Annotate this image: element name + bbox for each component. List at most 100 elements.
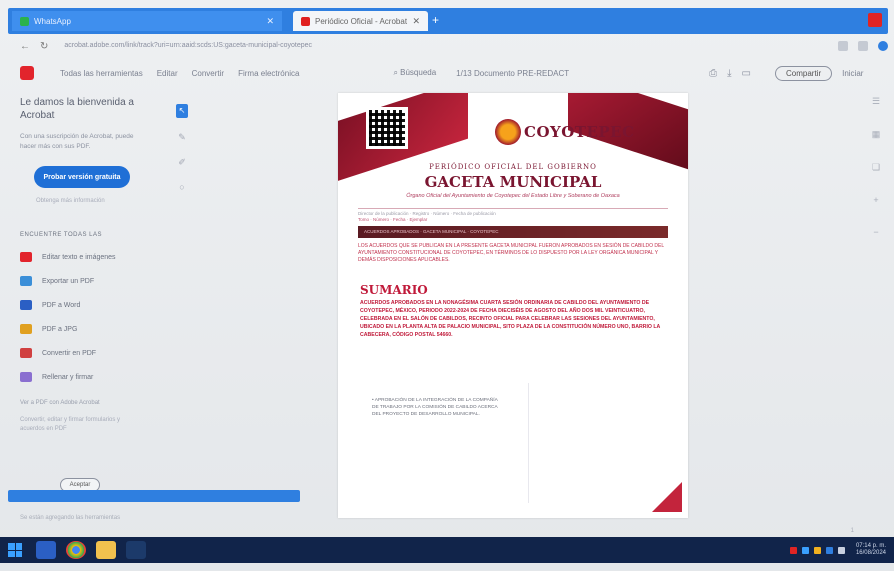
status-text: Se están agregando las herramientas <box>20 515 121 521</box>
notification-bar <box>8 490 300 502</box>
corner-decoration <box>652 482 682 512</box>
learn-more-link[interactable]: Obtenga más información <box>36 198 158 204</box>
publication-info: Director de la publicación · Registro · … <box>358 208 668 216</box>
tool-label: Exportar un PDF <box>42 277 95 285</box>
menu-convert[interactable]: Convertir <box>192 69 224 78</box>
right-rail: ☰ ▦ ❏ + − <box>864 96 888 516</box>
acrobat-logo[interactable] <box>20 66 34 80</box>
tab-label: WhatsApp <box>34 16 71 26</box>
refresh-icon[interactable]: ↻ <box>40 41 48 52</box>
word-icon[interactable] <box>36 541 56 559</box>
file-explorer-icon[interactable] <box>96 541 116 559</box>
extensions-icon[interactable] <box>858 41 868 51</box>
tool-item[interactable]: Rellenar y firmar <box>20 372 158 382</box>
close-window-button[interactable] <box>868 13 882 27</box>
menu-esign[interactable]: Firma electrónica <box>238 69 299 78</box>
tool-label: PDF a JPG <box>42 325 78 333</box>
view-pdf-link[interactable]: Ver a PDF con Adobe Acrobat <box>20 400 158 406</box>
search-button[interactable]: ⌕ Búsqueda <box>393 68 436 78</box>
footer-text: Convertir, editar y firmar formularios y… <box>20 417 121 432</box>
share-button[interactable]: Compartir <box>774 65 833 81</box>
whatsapp-icon <box>20 16 29 26</box>
acrobat-toolbar: Todas las herramientas Editar Convertir … <box>20 60 894 86</box>
sumario-body: ACUERDOS APROBADOS EN LA NONAGÉSIMA CUAR… <box>360 300 661 338</box>
close-icon[interactable]: ✕ <box>412 16 420 27</box>
draw-icon[interactable]: ✐ <box>178 157 186 168</box>
shape-icon[interactable]: ○ <box>179 182 184 192</box>
acrobat-icon <box>301 16 310 26</box>
tool-icon <box>20 324 32 334</box>
document-page: COYOTEPEC PERIÓDICO OFICIAL DEL GOBIERNO… <box>338 93 688 518</box>
welcome-subtext: Con una suscripción de Acrobat, puede ha… <box>20 133 134 150</box>
antivirus-icon[interactable] <box>789 546 797 554</box>
tool-icon <box>20 348 32 358</box>
tool-rail: ↖ ✎ ✐ ○ <box>176 104 188 192</box>
tool-label: Editar texto e imágenes <box>42 253 116 261</box>
document-tagline: Órgano Oficial del Ayuntamiento de Coyot… <box>406 193 620 199</box>
profile-icon[interactable] <box>878 41 888 51</box>
tool-item[interactable]: Convertir en PDF <box>20 348 158 358</box>
tool-icon <box>20 372 32 382</box>
chrome-icon[interactable] <box>66 541 86 559</box>
date-text: 16/08/2024 <box>855 550 886 556</box>
battery-icon[interactable] <box>837 546 845 554</box>
tool-icon <box>20 252 32 262</box>
download-icon[interactable]: ⤓ <box>727 68 731 79</box>
tool-item[interactable]: Exportar un PDF <box>20 276 158 286</box>
free-trial-button[interactable]: Probar versión gratuita <box>34 166 130 188</box>
notification-icon[interactable] <box>813 546 821 554</box>
qr-code <box>366 107 408 149</box>
signin-link[interactable]: Iniciar <box>842 69 863 78</box>
time-text: 07:14 p. m. <box>855 543 886 549</box>
clock[interactable]: 07:14 p. m. 16/08/2024 <box>856 543 886 557</box>
list-item: • APROBACIÓN DE LA INTEGRACIÓN DE LA COM… <box>372 398 498 417</box>
screen: WhatsApp ✕ Periódico Oficial - Acrobat ✕… <box>0 0 894 571</box>
sumario-heading: SUMARIO <box>360 283 428 297</box>
tool-label: Convertir en PDF <box>42 349 97 357</box>
tool-list: Editar texto e imágenes Exportar un PDF PD… <box>20 252 158 382</box>
comment-panel-icon[interactable]: ☰ <box>872 96 880 107</box>
network-icon[interactable] <box>801 546 809 554</box>
print-icon[interactable]: ⎙ <box>709 68 717 79</box>
save-icon[interactable]: ▭ <box>742 68 751 79</box>
comment-icon[interactable]: ✎ <box>178 132 186 143</box>
municipal-seal-icon <box>495 119 521 145</box>
tools-section-header: ENCUENTRE TODAS LAS <box>20 232 102 238</box>
url-field[interactable]: acrobat.adobe.com/link/track?uri=urn:aai… <box>58 39 828 53</box>
tool-item[interactable]: PDF a Word <box>20 300 158 310</box>
tool-item[interactable]: Editar texto e imágenes <box>20 252 158 262</box>
menu-edit[interactable]: Editar <box>157 69 178 78</box>
welcome-heading: Le damos la bienvenida a Acrobat <box>20 97 134 121</box>
page-indicator: 1 <box>850 528 854 534</box>
tool-label: Rellenar y firmar <box>42 373 94 381</box>
close-icon[interactable]: ✕ <box>266 16 274 27</box>
menu-all-tools[interactable]: Todas las herramientas <box>60 69 143 78</box>
back-icon[interactable]: ← <box>20 41 30 52</box>
municipality-name: COYOTEPEC <box>524 123 635 141</box>
tool-icon <box>20 276 32 286</box>
new-tab-button[interactable]: + <box>432 13 439 27</box>
intro-paragraph: LOS ACUERDOS QUE SE PUBLICAN EN LA PRESE… <box>358 243 664 263</box>
browser-tab-strip: WhatsApp ✕ Periódico Oficial - Acrobat ✕… <box>8 8 888 34</box>
tool-label: PDF a Word <box>42 301 81 309</box>
zoom-in-icon[interactable]: + <box>873 195 878 205</box>
bookmark-panel-icon[interactable]: ❏ <box>872 162 880 173</box>
volume-icon[interactable] <box>825 546 833 554</box>
zoom-out-icon[interactable]: − <box>873 227 878 237</box>
windows-start-icon[interactable] <box>8 543 22 557</box>
tab-acrobat[interactable]: Periódico Oficial - Acrobat ✕ <box>293 11 428 31</box>
select-tool-icon[interactable]: ↖ <box>176 104 188 118</box>
section-band: ACUERDOS APROBADOS · GACETA MUNICIPAL · … <box>358 226 668 238</box>
address-bar: ← ↻ acrobat.adobe.com/link/track?uri=urn… <box>20 36 888 56</box>
taskbar: 07:14 p. m. 16/08/2024 <box>0 537 894 563</box>
tab-whatsapp[interactable]: WhatsApp ✕ <box>12 11 282 31</box>
document-title: GACETA MUNICIPAL <box>424 173 602 191</box>
toolbar-icons: ⎙ ⤓ ▭ <box>709 68 751 79</box>
thumbnails-icon[interactable]: ▦ <box>872 129 881 140</box>
tool-item[interactable]: PDF a JPG <box>20 324 158 334</box>
bookmark-icon[interactable] <box>838 41 848 51</box>
app-icon[interactable] <box>126 541 146 559</box>
system-tray: 07:14 p. m. 16/08/2024 <box>789 543 894 557</box>
search-label: Búsqueda <box>400 68 437 77</box>
document-info: 1/13 Documento PRE-REDACT <box>456 68 570 78</box>
